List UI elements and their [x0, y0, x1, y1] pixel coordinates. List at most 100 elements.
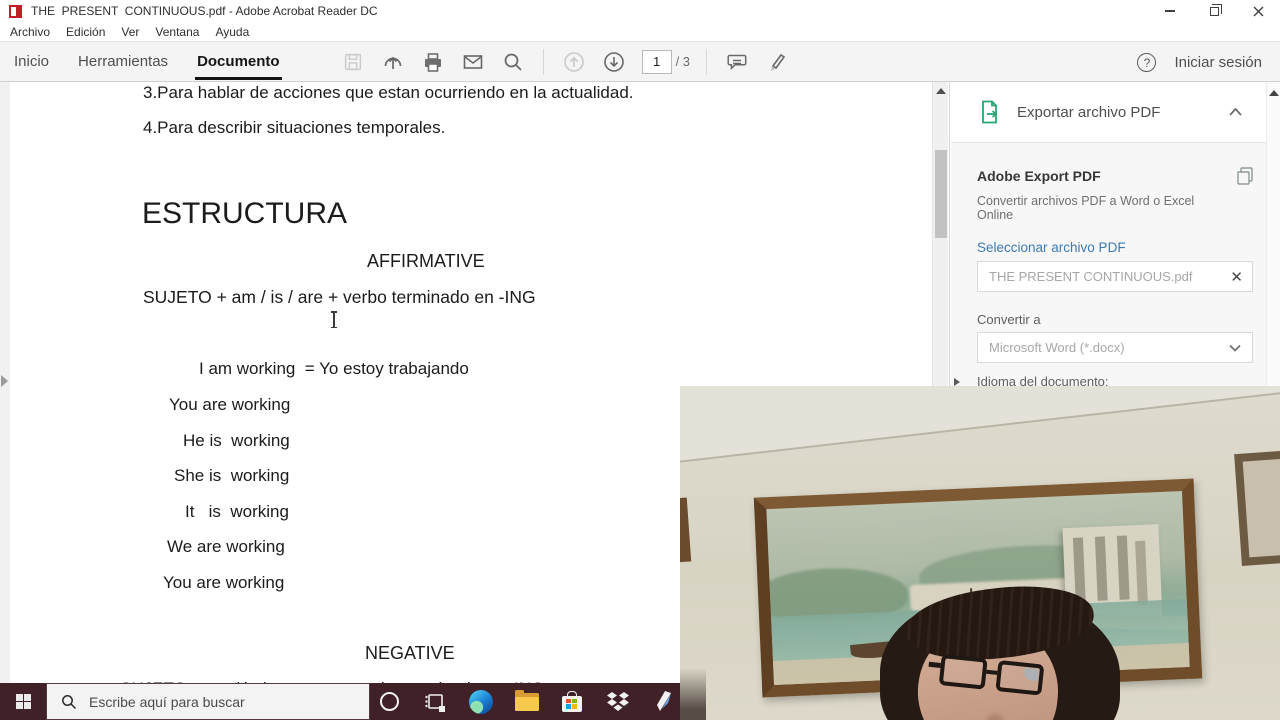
close-icon	[1253, 6, 1263, 16]
webcam-overlay	[680, 386, 1280, 720]
share-upload-button[interactable]	[381, 49, 405, 75]
menu-ventana[interactable]: Ventana	[147, 22, 207, 41]
close-button[interactable]	[1236, 0, 1280, 22]
minimize-button[interactable]	[1148, 0, 1192, 22]
format-value: Microsoft Word (*.docx)	[989, 340, 1125, 355]
edge-button[interactable]	[468, 689, 493, 714]
menu-ver[interactable]: Ver	[113, 22, 147, 41]
doc-heading-estructura: ESTRUCTURA	[142, 197, 348, 230]
dropbox-icon	[606, 691, 629, 711]
search-icon	[62, 694, 77, 709]
save-button[interactable]	[341, 49, 365, 75]
email-button[interactable]	[461, 49, 485, 75]
menubar: Archivo Edición Ver Ventana Ayuda	[0, 22, 1280, 41]
select-pdf-link[interactable]: Seleccionar archivo PDF	[977, 240, 1126, 255]
highlight-button[interactable]	[765, 49, 789, 75]
restore-icon	[1209, 3, 1222, 16]
tab-herramientas[interactable]: Herramientas	[78, 42, 168, 81]
comment-button[interactable]	[725, 49, 749, 75]
text-cursor	[331, 311, 336, 328]
file-explorer-icon	[514, 690, 539, 711]
help-icon[interactable]: ?	[1137, 53, 1157, 72]
clear-file-icon[interactable]: ✕	[1230, 268, 1243, 286]
dropbox-button[interactable]	[605, 689, 630, 714]
expand-nav-pane-icon[interactable]	[1, 375, 8, 387]
doc-line: 3.Para hablar de acciones que estan ocur…	[143, 83, 634, 102]
file-explorer-button[interactable]	[514, 689, 539, 714]
print-button[interactable]	[421, 49, 445, 75]
acrobat-app-icon	[9, 4, 22, 18]
restore-button[interactable]	[1192, 0, 1236, 22]
doc-heading-affirmative: AFFIRMATIVE	[367, 251, 485, 271]
export-description: Convertir archivos PDF a Word o Excel On…	[977, 194, 1195, 222]
menu-archivo[interactable]: Archivo	[2, 22, 58, 41]
previous-page-button[interactable]	[562, 49, 586, 75]
save-icon	[344, 53, 361, 70]
scrollbar-thumb[interactable]	[935, 150, 947, 238]
task-view-button[interactable]	[422, 689, 447, 714]
toolbar: Inicio Herramientas Documento 1 / 3 ? In…	[0, 41, 1280, 82]
cloud-upload-icon	[384, 56, 401, 69]
format-dropdown[interactable]: Microsoft Word (*.docx)	[977, 332, 1253, 363]
page-total: / 3	[675, 54, 691, 69]
tab-documento[interactable]: Documento	[195, 42, 282, 81]
doc-line: It is working	[185, 502, 289, 521]
language-expand-icon[interactable]	[954, 378, 960, 386]
picture-frame-left-edge	[680, 497, 692, 563]
ceiling	[680, 386, 1280, 466]
export-panel-header[interactable]: Exportar archivo PDF	[951, 82, 1266, 143]
search-icon	[504, 53, 522, 71]
start-button[interactable]	[0, 683, 46, 720]
webcam-shadow	[680, 668, 706, 720]
page-up-icon	[563, 51, 584, 72]
store-button[interactable]	[559, 689, 584, 714]
doc-line: We are working	[167, 537, 285, 556]
chevron-down-icon	[1229, 344, 1241, 352]
convert-pages-icon	[1237, 167, 1253, 185]
scroll-up-icon[interactable]	[936, 88, 946, 94]
feather-app-icon	[656, 690, 671, 711]
doc-line: You are working	[169, 395, 291, 414]
selected-file-value: THE PRESENT CONTINUOUS.pdf	[989, 269, 1193, 284]
scroll-up-icon[interactable]	[1269, 90, 1279, 96]
doc-line: She is working	[174, 466, 290, 485]
minimize-icon	[1165, 10, 1175, 12]
taskbar-search-input[interactable]	[89, 693, 339, 710]
chevron-up-icon[interactable]	[1229, 108, 1242, 116]
convert-to-label: Convertir a	[977, 312, 1041, 327]
menu-edicion[interactable]: Edición	[58, 22, 113, 41]
acrobat-reader-window: THE PRESENT CONTINUOUS.pdf - Adobe Acrob…	[0, 0, 1280, 720]
feather-app-button[interactable]	[650, 689, 675, 714]
selected-file-field[interactable]: THE PRESENT CONTINUOUS.pdf ✕	[977, 261, 1253, 292]
windows-logo-icon	[15, 694, 31, 710]
window-title: THE PRESENT CONTINUOUS.pdf - Adobe Acrob…	[31, 4, 378, 18]
edge-icon	[468, 689, 493, 714]
next-page-button[interactable]	[602, 49, 626, 75]
email-icon	[463, 54, 482, 69]
doc-line: He is working	[183, 431, 290, 450]
instructor	[880, 578, 1130, 720]
menu-ayuda[interactable]: Ayuda	[207, 22, 257, 41]
find-button[interactable]	[501, 49, 525, 75]
doc-line: SUJETO + am / is / are + verbo terminado…	[143, 287, 536, 307]
sign-in-button[interactable]: Iniciar sesión	[1174, 54, 1262, 71]
print-icon	[424, 52, 441, 72]
toolbar-separator	[542, 48, 544, 75]
toolbar-separator	[706, 48, 708, 75]
store-icon	[561, 691, 582, 712]
tab-inicio[interactable]: Inicio	[14, 42, 49, 81]
page-down-icon	[603, 51, 624, 72]
export-panel-title: Exportar archivo PDF	[1017, 103, 1161, 121]
cortana-icon	[380, 692, 399, 711]
doc-line: You are working	[163, 573, 285, 592]
picture-frame-right	[1234, 450, 1280, 566]
titlebar: THE PRESENT CONTINUOUS.pdf - Adobe Acrob…	[0, 0, 1280, 22]
page-number-input[interactable]: 1	[641, 49, 672, 74]
comment-icon	[727, 54, 747, 70]
doc-line: 4.Para describir situaciones temporales.	[143, 118, 446, 137]
highlighter-icon	[771, 53, 786, 71]
taskbar-search-box[interactable]	[46, 683, 370, 720]
cortana-button[interactable]	[377, 689, 402, 714]
doc-heading-negative: NEGATIVE	[365, 643, 455, 663]
adobe-export-pdf-title: Adobe Export PDF	[977, 168, 1101, 184]
